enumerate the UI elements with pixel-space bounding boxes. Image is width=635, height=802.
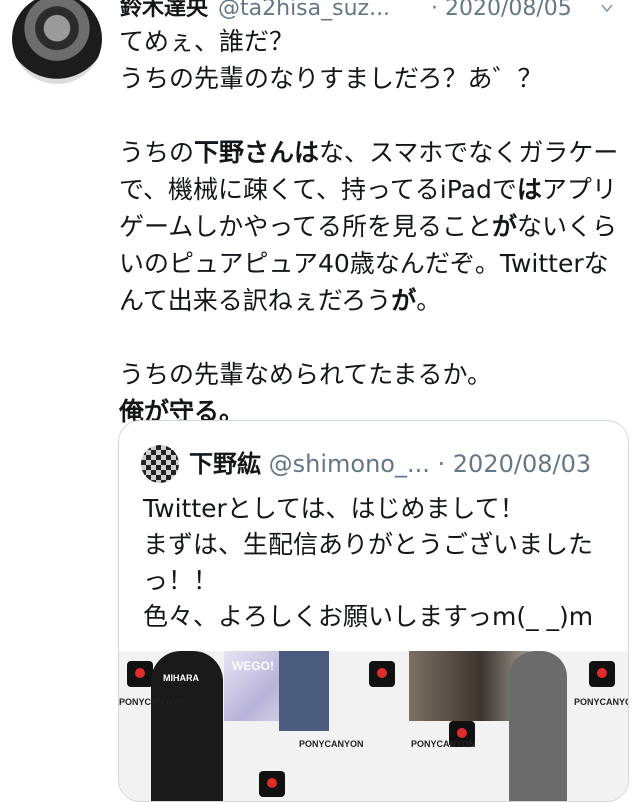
quoted-line: 色々、よろしくお願いしますっm(_ _)m [143, 602, 594, 631]
tweet-line: てめぇ、誰だ？ [119, 27, 295, 56]
author-avatar[interactable] [12, 0, 102, 84]
tweet-line: いのピュアピュア40歳なんだぞ。Twitterな [119, 249, 609, 278]
quoted-display-name: 下野紘 [189, 450, 261, 478]
quoted-line: Twitterとしては、はじめまして！ [143, 494, 525, 523]
tweet-line: うちの下野さんはな、スマホでなくガラケー [119, 138, 619, 167]
logo-icon [589, 661, 615, 687]
tweet-text: てめぇ、誰だ？ うちの先輩のなりすましだろ？あ゛？ うちの下野さんはな、スマホで… [119, 23, 629, 430]
backdrop-text: PONYCANYON [299, 739, 364, 749]
logo-icon [259, 771, 285, 797]
tweet-line: うちの先輩のなりすましだろ？あ゛？ [119, 64, 543, 93]
tweet-line: うちの先輩なめられてたまるか。 [119, 360, 493, 389]
poster [279, 651, 329, 731]
quoted-line: っ！！ [143, 566, 219, 595]
tweet-line: んて出来る訳ねぇだろうが。 [119, 286, 442, 315]
poster-text: WEGO! [232, 659, 274, 673]
quoted-line: まずは、生配信ありがとうございました [143, 530, 594, 559]
quoted-handle: @shimono_... [268, 450, 430, 478]
shirt-text: MIHARA [163, 673, 199, 683]
quoted-text: Twitterとしては、はじめまして！ まずは、生配信ありがとうございました っ… [143, 491, 613, 635]
tweet-line: で、機械に疎くて、持ってるiPadではアプリ [119, 175, 617, 204]
quoted-tweet-card[interactable]: 下野紘 @shimono_... · 2020/08/03 Twitterとして… [118, 420, 629, 802]
quoted-photo[interactable]: MIHARA WEGO! PONYCANYON PONYCANYON PONYC… [119, 651, 628, 801]
logo-icon [369, 661, 395, 687]
backdrop-text: PONYCANYON [411, 739, 476, 749]
logo-icon [127, 661, 153, 687]
quoted-tweet-header: 下野紘 @shimono_... · 2020/08/03 [189, 447, 591, 481]
backdrop-text: PONYCANYON [574, 697, 628, 707]
quoted-date: · 2020/08/03 [437, 450, 592, 478]
quoted-author-avatar [141, 445, 179, 483]
person-silhouette [509, 651, 567, 801]
backdrop-text: PONYCANYON [119, 697, 184, 707]
tweet-line: ゲームしかやってる所を見ることがないくら [119, 212, 618, 241]
chevron-down-icon[interactable] [601, 2, 613, 14]
